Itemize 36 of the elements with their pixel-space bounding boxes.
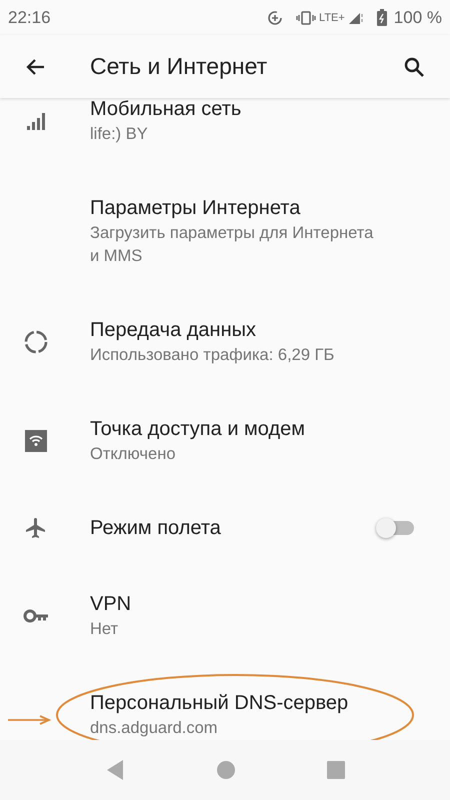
battery-icon [376, 9, 387, 26]
item-title: Параметры Интернета [90, 196, 302, 221]
settings-item[interactable]: Персональный DNS-сервер dns.adguard.com [0, 665, 450, 740]
circle-icon [216, 760, 236, 780]
network-type: LTE+ [319, 12, 345, 24]
triangle-icon [105, 759, 126, 781]
item-title: Точка доступа и модем [90, 417, 306, 442]
item-summary: dns.adguard.com [90, 718, 218, 739]
screen-title: Сеть и Интернет [90, 53, 268, 80]
item-summary: Отключено [90, 444, 176, 465]
item-title: Персональный DNS-сервер [90, 691, 350, 716]
square-icon [326, 761, 345, 779]
item-title: VPN [90, 592, 132, 617]
settings-item[interactable]: Мобильная сеть life:) BY [0, 98, 450, 170]
vibrate-icon [296, 10, 316, 24]
item-title: Мобильная сеть [90, 98, 242, 122]
settings-item[interactable]: Параметры Интернета Загрузить параметры для Интернета и MMS [0, 170, 450, 292]
data-usage-icon [23, 328, 49, 354]
item-summary: Нет [90, 619, 120, 640]
settings-item[interactable]: Точка доступа и модем Отключено [0, 391, 450, 490]
key-icon [23, 608, 49, 624]
hotspot-icon [25, 430, 47, 452]
toggle-switch[interactable] [378, 521, 414, 535]
status-time: 22:16 [8, 8, 51, 28]
signal-icon [348, 10, 364, 24]
item-title: Режим полета [90, 516, 222, 541]
item-summary: life:) BY [90, 124, 149, 145]
settings-item[interactable]: VPN Нет [0, 566, 450, 665]
item-summary: Использовано трафика: 6,29 ГБ [90, 345, 336, 366]
item-summary: Загрузить параметры для Интернета и MMS [90, 223, 374, 267]
airplane-icon [24, 516, 48, 540]
data-saver-icon [267, 10, 284, 26]
settings-item[interactable]: Передача данных Использовано трафика: 6,29 ГБ [0, 292, 450, 391]
item-title: Передача данных [90, 318, 258, 343]
settings-item[interactable]: Режим полета [0, 490, 450, 566]
battery-level: 100 % [394, 8, 442, 28]
